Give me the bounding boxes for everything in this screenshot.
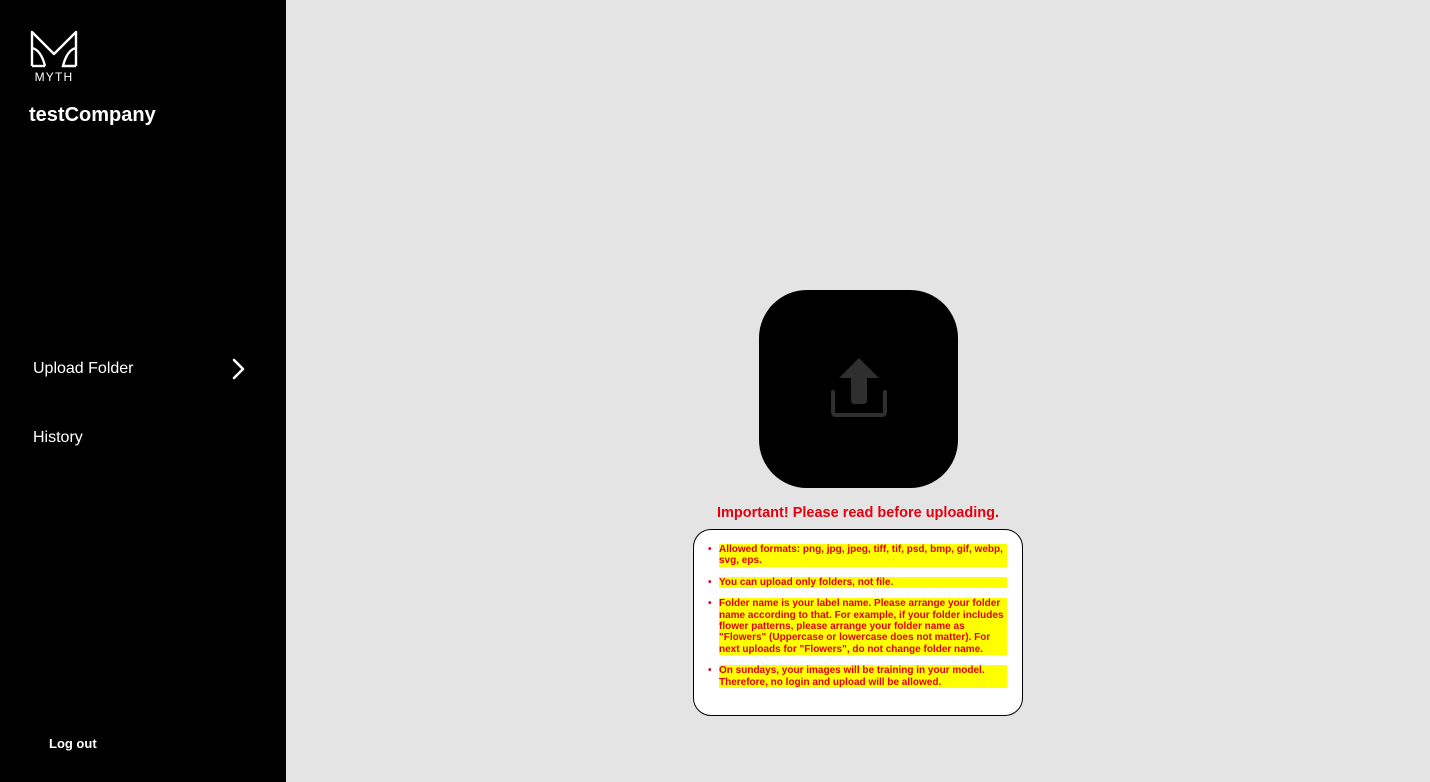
sidebar: MYTH testCompany Upload Folder History L… (0, 0, 286, 782)
rule-item: Folder name is your label name. Please a… (708, 598, 1007, 656)
rule-text: On sundays, your images will be training… (719, 665, 1007, 689)
rule-item: On sundays, your images will be training… (708, 665, 1007, 689)
nav-history-label: History (33, 429, 83, 446)
important-notice-title: Important! Please read before uploading. (717, 505, 999, 521)
nav-upload-folder[interactable]: Upload Folder (33, 354, 253, 384)
rule-text: Allowed formats: png, jpg, jpeg, tiff, t… (719, 544, 1007, 567)
nav-history[interactable]: History (33, 423, 253, 453)
upload-icon (829, 356, 889, 423)
chevron-right-icon (229, 357, 247, 381)
myth-logo[interactable]: MYTH (29, 28, 79, 84)
logo-text: MYTH (34, 70, 74, 84)
logout-button[interactable]: Log out (49, 736, 97, 751)
rule-item: You can upload only folders, not file. (708, 576, 1007, 589)
upload-rules-box: Allowed formats: png, jpg, jpeg, tiff, t… (693, 529, 1023, 716)
company-name: testCompany (29, 104, 156, 126)
upload-rules-list: Allowed formats: png, jpg, jpeg, tiff, t… (708, 544, 1007, 689)
main-content: Important! Please read before uploading.… (286, 0, 1430, 782)
rule-item: Allowed formats: png, jpg, jpeg, tiff, t… (708, 544, 1007, 567)
nav-upload-folder-label: Upload Folder (33, 360, 134, 377)
rule-text: You can upload only folders, not file. (719, 576, 1007, 589)
rule-text: Folder name is your label name. Please a… (719, 598, 1007, 656)
myth-logo-mark-icon (30, 30, 78, 68)
upload-folder-button[interactable] (759, 290, 958, 488)
